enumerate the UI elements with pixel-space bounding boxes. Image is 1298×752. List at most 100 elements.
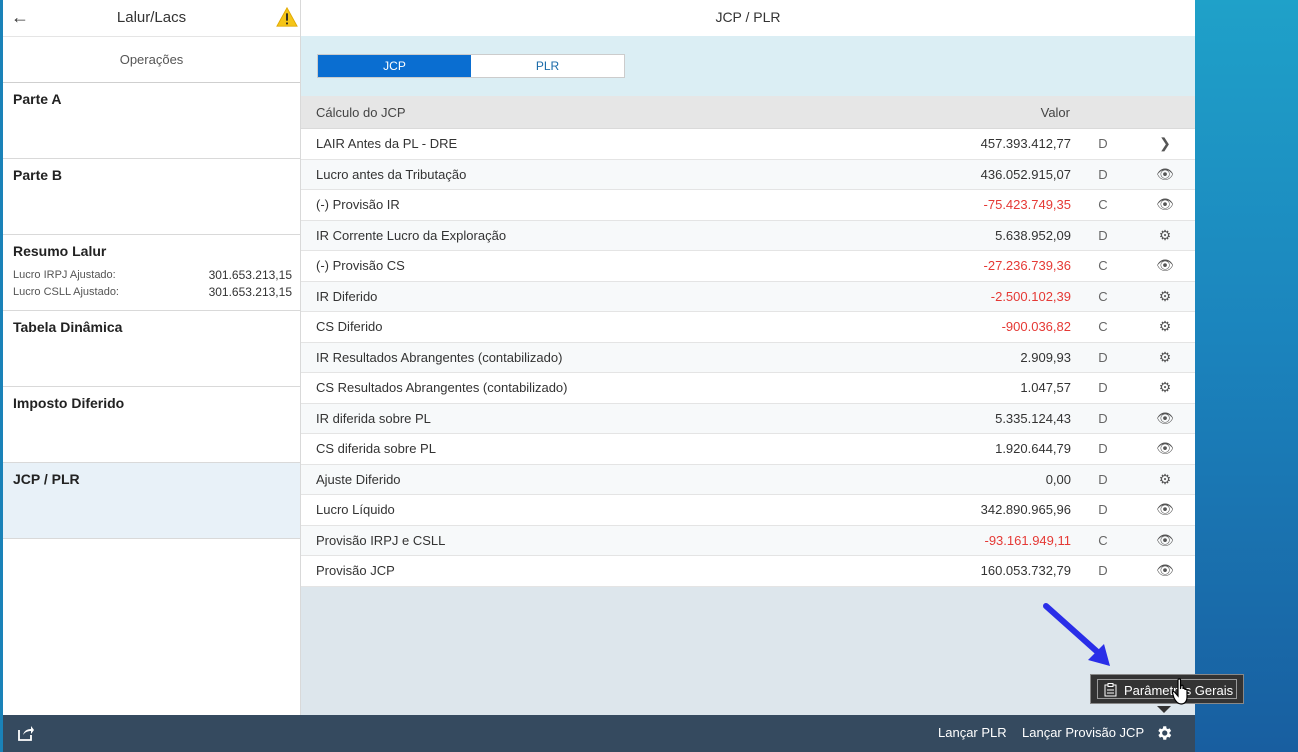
row-label: IR Diferido bbox=[301, 281, 949, 312]
row-value: -2.500.102,39 bbox=[949, 281, 1071, 312]
section-imposto-diferido[interactable]: Imposto Diferido bbox=[3, 387, 300, 463]
footer-toolbar: Lançar PLR Lançar Provisão JCP bbox=[3, 715, 1195, 752]
table-row[interactable]: IR Resultados Abrangentes (contabilizado… bbox=[301, 342, 1195, 373]
table-row[interactable]: IR diferida sobre PL 5.335.124,43 D 👁 bbox=[301, 403, 1195, 434]
master-header: ← Lalur/Lacs bbox=[3, 0, 300, 37]
row-debit-credit: C bbox=[1071, 189, 1135, 221]
row-label: (-) Provisão CS bbox=[301, 250, 949, 282]
row-label: (-) Provisão IR bbox=[301, 189, 949, 221]
section-resumo-lalur[interactable]: Resumo Lalur Lucro IRPJ Ajustado: 301.65… bbox=[3, 235, 300, 311]
tooltip: Parâmetros Gerais bbox=[1090, 674, 1244, 704]
row-value: 1.920.644,79 bbox=[949, 433, 1071, 465]
row-debit-credit: D bbox=[1071, 128, 1135, 160]
section-jcp-plr[interactable]: JCP / PLR bbox=[3, 463, 300, 539]
row-label: CS diferida sobre PL bbox=[301, 433, 949, 465]
table-row[interactable]: LAIR Antes da PL - DRE 457.393.412,77 D ❯ bbox=[301, 128, 1195, 160]
row-label: Provisão JCP bbox=[301, 555, 949, 587]
section-title: Parte B bbox=[13, 167, 63, 183]
column-header-action bbox=[1135, 96, 1195, 129]
table-row[interactable]: CS Resultados Abrangentes (contabilizado… bbox=[301, 372, 1195, 404]
column-header-dc bbox=[1071, 96, 1135, 129]
eye-icon[interactable]: 👁 bbox=[1135, 403, 1195, 434]
row-label: IR diferida sobre PL bbox=[301, 403, 949, 434]
segmented-control: JCP PLR bbox=[317, 54, 625, 78]
section-parte-a[interactable]: Parte A bbox=[3, 83, 300, 159]
launch-plr-button[interactable]: Lançar PLR bbox=[938, 725, 1007, 740]
tooltip-inner: Parâmetros Gerais bbox=[1097, 679, 1237, 699]
table-row[interactable]: CS diferida sobre PL 1.920.644,79 D 👁 bbox=[301, 433, 1195, 465]
jcp-table: Cálculo do JCP Valor LAIR Antes da PL - … bbox=[301, 96, 1195, 587]
app-title: Lalur/Lacs bbox=[116, 9, 187, 26]
tab-jcp[interactable]: JCP bbox=[318, 55, 471, 77]
summary-value: 301.653.213,15 bbox=[208, 285, 292, 299]
summary-row-irpj: Lucro IRPJ Ajustado: 301.653.213,15 bbox=[13, 268, 292, 282]
table-row[interactable]: Provisão IRPJ e CSLL -93.161.949,11 C 👁 bbox=[301, 525, 1195, 556]
row-value: -27.236.739,36 bbox=[949, 250, 1071, 282]
launch-jcp-provision-button[interactable]: Lançar Provisão JCP bbox=[1022, 725, 1144, 740]
table-row[interactable]: Lucro antes da Tributação 436.052.915,07 D… bbox=[301, 159, 1195, 190]
row-debit-credit: D bbox=[1071, 372, 1135, 404]
eye-icon[interactable]: 👁 bbox=[1135, 189, 1195, 221]
settings-gear-icon[interactable] bbox=[1155, 724, 1173, 742]
desktop-background-right bbox=[1195, 0, 1298, 752]
row-debit-credit: D bbox=[1071, 464, 1135, 495]
row-value: -75.423.749,35 bbox=[949, 189, 1071, 221]
row-label: Provisão IRPJ e CSLL bbox=[301, 525, 949, 556]
share-icon[interactable] bbox=[17, 724, 35, 742]
app-window: ← Lalur/Lacs Operações Parte A Parte B R… bbox=[3, 0, 1195, 752]
table-row[interactable]: Ajuste Diferido 0,00 D ⚙ bbox=[301, 464, 1195, 495]
detail-title: JCP / PLR bbox=[301, 0, 1195, 36]
row-debit-credit: D bbox=[1071, 342, 1135, 373]
chevron-right-icon[interactable]: ❯ bbox=[1135, 128, 1195, 160]
row-value: -93.161.949,11 bbox=[949, 525, 1071, 556]
clipboard-icon bbox=[1104, 683, 1117, 697]
row-debit-credit: C bbox=[1071, 311, 1135, 343]
gear-icon[interactable]: ⚙ bbox=[1135, 464, 1195, 495]
gear-icon[interactable]: ⚙ bbox=[1135, 311, 1195, 343]
row-value: 457.393.412,77 bbox=[949, 128, 1071, 160]
table-row[interactable]: CS Diferido -900.036,82 C ⚙ bbox=[301, 311, 1195, 343]
row-value: 436.052.915,07 bbox=[949, 159, 1071, 190]
table-row[interactable]: (-) Provisão CS -27.236.739,36 C 👁 bbox=[301, 250, 1195, 282]
section-tabela-dinamica[interactable]: Tabela Dinâmica bbox=[3, 311, 300, 387]
row-label: CS Resultados Abrangentes (contabilizado… bbox=[301, 372, 949, 404]
section-parte-b[interactable]: Parte B bbox=[3, 159, 300, 235]
eye-icon[interactable]: 👁 bbox=[1135, 159, 1195, 190]
eye-icon[interactable]: 👁 bbox=[1135, 433, 1195, 465]
table-row[interactable]: (-) Provisão IR -75.423.749,35 C 👁 bbox=[301, 189, 1195, 221]
summary-label: Lucro IRPJ Ajustado: bbox=[13, 269, 116, 281]
table-row[interactable]: Provisão JCP 160.053.732,79 D 👁 bbox=[301, 555, 1195, 587]
tab-plr[interactable]: PLR bbox=[471, 55, 624, 77]
row-label: Lucro Líquido bbox=[301, 494, 949, 526]
row-label: CS Diferido bbox=[301, 311, 949, 343]
row-value: 2.909,93 bbox=[949, 342, 1071, 373]
table-row[interactable]: IR Corrente Lucro da Exploração 5.638.952… bbox=[301, 220, 1195, 251]
gear-icon[interactable]: ⚙ bbox=[1135, 372, 1195, 404]
table-row[interactable]: IR Diferido -2.500.102,39 C ⚙ bbox=[301, 281, 1195, 312]
warning-icon[interactable] bbox=[276, 6, 298, 28]
summary-value: 301.653.213,15 bbox=[208, 268, 292, 282]
row-label: IR Corrente Lucro da Exploração bbox=[301, 220, 949, 251]
section-title: JCP / PLR bbox=[13, 471, 80, 487]
row-value: 5.335.124,43 bbox=[949, 403, 1071, 434]
row-debit-credit: D bbox=[1071, 159, 1135, 190]
row-debit-credit: D bbox=[1071, 220, 1135, 251]
row-label: Ajuste Diferido bbox=[301, 464, 949, 495]
annotation-arrow-icon bbox=[1043, 603, 1110, 666]
eye-icon[interactable]: 👁 bbox=[1135, 494, 1195, 526]
row-label: IR Resultados Abrangentes (contabilizado… bbox=[301, 342, 949, 373]
eye-icon[interactable]: 👁 bbox=[1135, 250, 1195, 282]
summary-label: Lucro CSLL Ajustado: bbox=[13, 286, 119, 298]
tooltip-caret bbox=[1157, 706, 1171, 713]
gear-icon[interactable]: ⚙ bbox=[1135, 220, 1195, 251]
row-value: 5.638.952,09 bbox=[949, 220, 1071, 251]
table-row[interactable]: Lucro Líquido 342.890.965,96 D 👁 bbox=[301, 494, 1195, 526]
row-debit-credit: D bbox=[1071, 433, 1135, 465]
section-title: Tabela Dinâmica bbox=[13, 319, 123, 335]
gear-icon[interactable]: ⚙ bbox=[1135, 281, 1195, 312]
eye-icon[interactable]: 👁 bbox=[1135, 555, 1195, 587]
summary-row-csll: Lucro CSLL Ajustado: 301.653.213,15 bbox=[13, 285, 292, 299]
gear-icon[interactable]: ⚙ bbox=[1135, 342, 1195, 373]
row-label: LAIR Antes da PL - DRE bbox=[301, 128, 949, 160]
eye-icon[interactable]: 👁 bbox=[1135, 525, 1195, 556]
